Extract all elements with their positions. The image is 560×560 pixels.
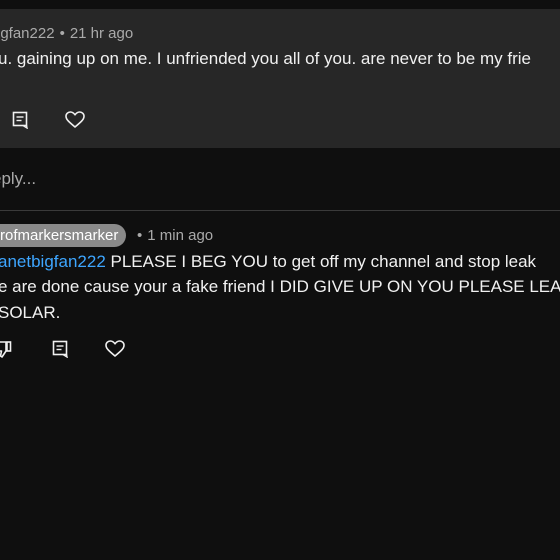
comments-view: igfan222 • 21 hr ago u. gaining up on me. … bbox=[0, 0, 560, 560]
comment-2-author-chip[interactable]: rofmarkersmarker bbox=[0, 224, 127, 247]
comment-2-line-1-text: PLEASE I BEG YOU to get off my channel a… bbox=[105, 252, 537, 271]
comment-icon[interactable] bbox=[12, 111, 30, 129]
comment-2-line-2: e are done cause your a fake friend I DI… bbox=[0, 277, 560, 296]
comment-2-meta: • 1 min ago bbox=[137, 227, 213, 244]
comment-2-separator: • bbox=[137, 227, 143, 244]
reply-field[interactable] bbox=[0, 148, 560, 210]
comment-2-mention[interactable]: anetbigfan222 bbox=[0, 252, 106, 271]
comment-1-separator: • bbox=[59, 25, 65, 42]
divider bbox=[0, 210, 560, 211]
comment-1-author[interactable]: igfan222 bbox=[0, 25, 55, 42]
heart-icon[interactable] bbox=[105, 340, 125, 358]
comment-2-line-3: SOLAR. bbox=[0, 303, 61, 322]
comment-1-timestamp[interactable]: 21 hr ago bbox=[70, 25, 133, 42]
comment-1-meta: igfan222 • 21 hr ago bbox=[0, 25, 133, 42]
comment-1-text: u. gaining up on me. I unfriended you al… bbox=[0, 49, 531, 68]
comment-2-line-1: anetbigfan222 PLEASE I BEG YOU to get of… bbox=[0, 249, 536, 274]
comment-2-timestamp[interactable]: 1 min ago bbox=[147, 227, 213, 244]
thumbs-down-icon[interactable] bbox=[0, 340, 14, 360]
top-strip bbox=[0, 0, 560, 9]
comment-icon[interactable] bbox=[52, 340, 70, 358]
reply-placeholder[interactable]: eply... bbox=[0, 169, 36, 189]
heart-icon[interactable] bbox=[65, 111, 85, 129]
